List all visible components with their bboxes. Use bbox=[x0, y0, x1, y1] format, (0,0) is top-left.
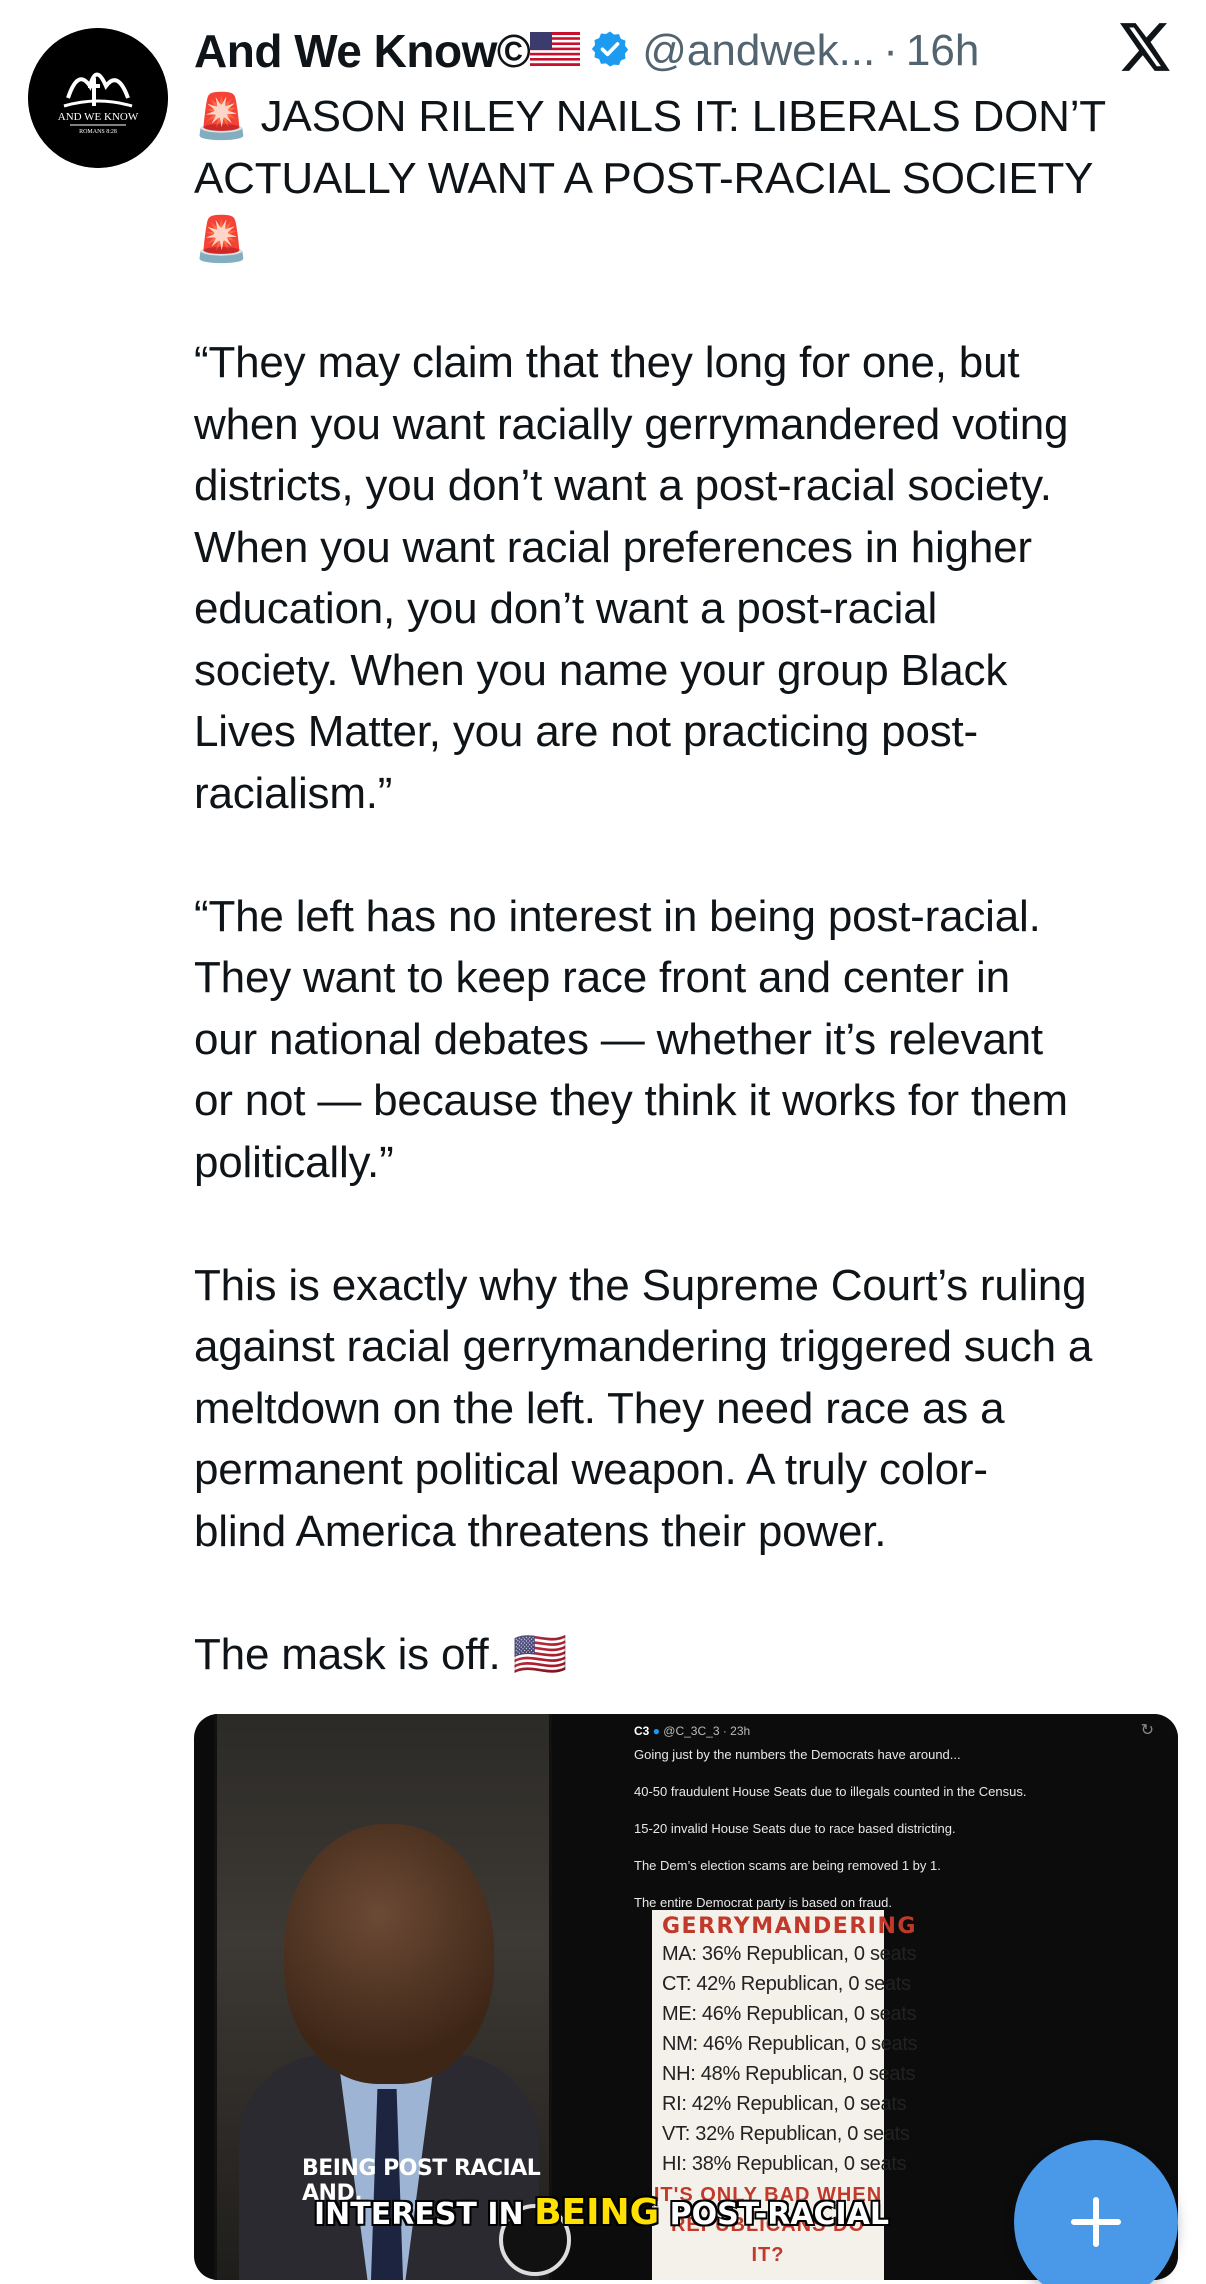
siren-icon: 🚨 bbox=[194, 92, 249, 141]
gerrymandering-row: NM: 46% Republican, 0 seats bbox=[662, 2033, 918, 2055]
post-timestamp[interactable]: 16h bbox=[906, 26, 979, 76]
refresh-icon: ↻ bbox=[1140, 1722, 1154, 1739]
headline-line-1: JASON RILEY NAILS IT: LIBERALS DON’T bbox=[248, 92, 1107, 141]
author-handle[interactable]: @andwek... bbox=[642, 26, 875, 76]
panel-border bbox=[214, 1714, 217, 2280]
embedded-handle-time: @C_3C_3 · 23h bbox=[663, 1724, 751, 1738]
post-page: AND WE KNOW ROMANS 8:28 And We Know© @an… bbox=[0, 0, 1206, 2284]
avatar-logo-sub: ROMANS 8:28 bbox=[79, 129, 117, 135]
x-logo-icon[interactable] bbox=[1120, 22, 1172, 77]
gerrymandering-row: VT: 32% Republican, 0 seats bbox=[662, 2123, 910, 2145]
gerrymandering-row: RI: 42% Republican, 0 seats bbox=[662, 2093, 907, 2115]
embedded-author: C3 bbox=[634, 1724, 650, 1738]
gerrymandering-row: HI: 38% Republican, 0 seats bbox=[662, 2153, 907, 2175]
separator-dot: · bbox=[883, 26, 898, 75]
post-header: And We Know© @andwek... · 16h bbox=[194, 16, 1186, 86]
caption-bottom-post: POST-RACIAL bbox=[659, 2197, 890, 2232]
gerrymandering-row: MA: 36% Republican, 0 seats bbox=[662, 1943, 917, 1965]
author-name[interactable]: And We Know© bbox=[194, 24, 531, 78]
quote-paragraph-1: “They may claim that they long for one, … bbox=[194, 338, 1069, 818]
closing-line: The mask is off. 🇺🇸 bbox=[194, 1629, 568, 1679]
caption-bottom-highlight: BEING bbox=[534, 2192, 660, 2233]
gerrymandering-row: ME: 46% Republican, 0 seats bbox=[662, 2003, 917, 2025]
siren-icon: 🚨 bbox=[194, 215, 249, 264]
gerrymandering-title: GERRYMANDERING bbox=[662, 1914, 917, 1939]
embedded-line: 40-50 fraudulent House Seats due to ille… bbox=[634, 1784, 1027, 1799]
gerrymandering-row: CT: 42% Republican, 0 seats bbox=[662, 1973, 911, 1995]
quote-paragraph-2: “The left has no interest in being post-… bbox=[194, 891, 1068, 1187]
avatar-logo-icon: AND WE KNOW ROMANS 8:28 bbox=[28, 28, 168, 168]
gerrymandering-row: NH: 48% Republican, 0 seats bbox=[662, 2063, 916, 2085]
post-headline: 🚨 JASON RILEY NAILS IT: LIBERALS DON’T A… bbox=[194, 86, 1194, 271]
avatar-logo-text: AND WE KNOW bbox=[58, 111, 139, 123]
embedded-line: The Dem’s election scams are being remov… bbox=[634, 1858, 941, 1873]
plus-icon bbox=[1071, 2197, 1121, 2247]
verified-badge-icon bbox=[590, 29, 630, 74]
video-caption-bottom: INTEREST IN BEING POST-RACIAL bbox=[314, 2192, 889, 2233]
embedded-line: Going just by the numbers the Democrats … bbox=[634, 1747, 961, 1762]
embedded-tweet: C3 ● @C_3C_3 · 23h Going just by the num… bbox=[634, 1722, 1154, 1931]
us-flag-icon bbox=[530, 31, 581, 71]
author-avatar[interactable]: AND WE KNOW ROMANS 8:28 bbox=[28, 28, 168, 168]
speaker-head bbox=[284, 1824, 494, 2084]
headline-line-2: ACTUALLY WANT A POST-RACIAL SOCIETY bbox=[194, 153, 1094, 203]
embedded-line: 15-20 invalid House Seats due to race ba… bbox=[634, 1821, 956, 1836]
caption-bottom-pre: INTEREST IN bbox=[314, 2197, 535, 2232]
post-body: 🚨 JASON RILEY NAILS IT: LIBERALS DON’T A… bbox=[194, 86, 1194, 1685]
commentary-paragraph: This is exactly why the Supreme Court’s … bbox=[194, 1260, 1093, 1556]
